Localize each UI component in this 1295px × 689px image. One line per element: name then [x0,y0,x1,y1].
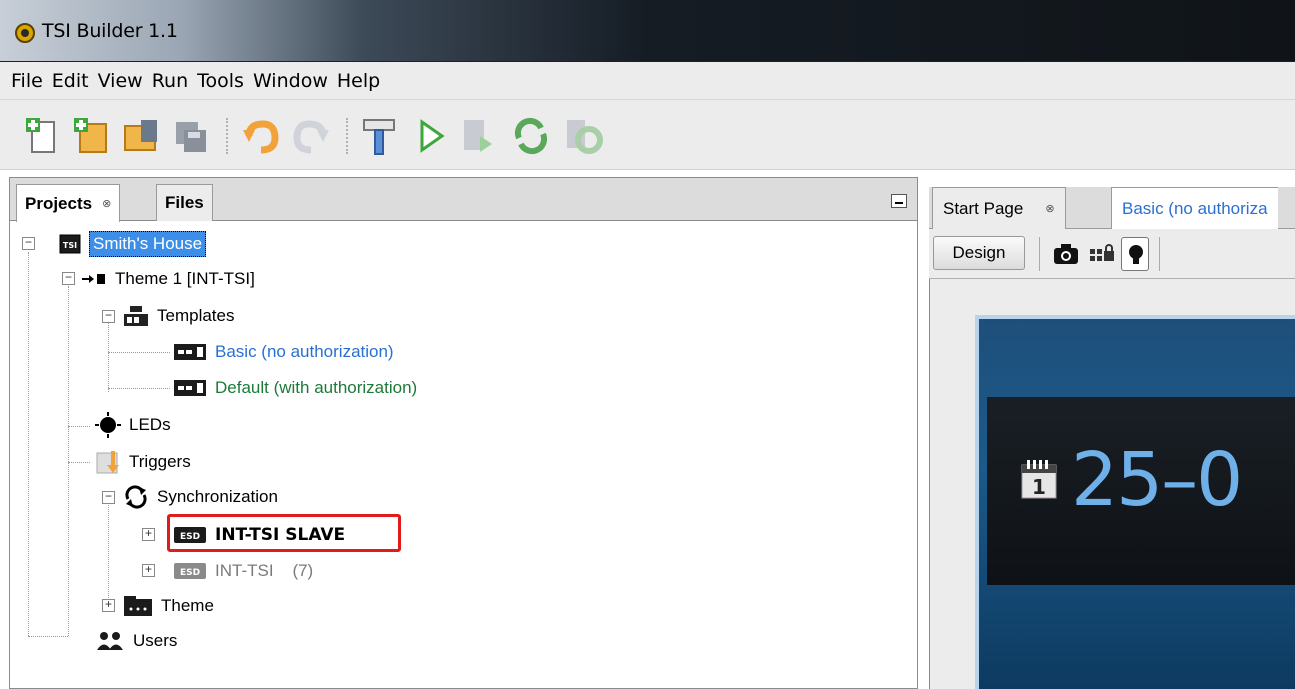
sync-disabled-button[interactable] [562,114,604,158]
build-button[interactable] [358,114,400,158]
theme-arrow-icon [81,272,107,286]
menu-view[interactable]: View [98,70,143,92]
led-icon [95,412,121,438]
sync-button[interactable] [510,114,552,158]
collapse-toggle[interactable]: − [62,271,75,285]
template-icon [173,342,207,362]
menu-window[interactable]: Window [253,70,328,92]
app-gear-icon [15,23,35,43]
left-panel-tabs: Projects ⊗ Files [9,177,918,222]
new-file-icon [26,118,55,153]
tree-item-theme[interactable]: Theme [123,591,214,621]
tree-item-root[interactable]: TSI Smith's House [59,229,207,259]
window-title: TSI Builder 1.1 [42,20,178,42]
open-project-button[interactable] [120,114,162,158]
tab-files[interactable]: Files [156,184,213,221]
menu-run[interactable]: Run [152,70,188,92]
calendar-icon: 1 [1021,460,1057,499]
svg-text:1: 1 [1032,475,1046,499]
light-bulb-icon [1129,245,1143,264]
preview-date: 25–0 [1071,437,1243,523]
tree-label-root: Smith's House [89,231,207,257]
tab-start-page[interactable]: Start Page ⊗ [932,187,1066,229]
undo-icon [243,120,279,154]
tree-item-theme1[interactable]: Theme 1 [INT-TSI] [81,264,255,294]
tab-basic-template[interactable]: Basic (no authoriza [1111,187,1278,229]
expand-toggle[interactable]: + [142,527,155,541]
menu-bar: File Edit View Run Tools Window Help [0,62,1295,100]
editor-toolbar: Design [929,229,1295,279]
new-project-icon [74,118,107,153]
bulb-toggle-button[interactable] [1121,237,1149,271]
design-button[interactable]: Design [933,236,1025,270]
device-icon: ESD [173,561,207,581]
sync-tree-icon [123,484,149,510]
device-icon: ESD [173,525,207,545]
sync-icon [514,117,548,155]
save-all-icon [176,122,206,152]
tree-item-template-basic[interactable]: Basic (no authorization) [173,337,394,367]
sync-disabled-icon [567,120,603,154]
camera-icon[interactable] [1053,243,1079,265]
new-file-button[interactable] [20,114,62,158]
editor-tabs: Start Page ⊗ Basic (no authoriza [929,187,1295,229]
minimize-panel-button[interactable] [891,194,907,208]
new-project-button[interactable] [70,114,112,158]
project-tree: − TSI Smith's House − Theme 1 [INT-TSI] … [9,222,918,689]
grid-lock-icon[interactable] [1089,243,1115,265]
open-project-icon [124,120,157,151]
collapse-toggle[interactable]: − [102,490,115,504]
templates-icon [123,305,149,327]
collapse-toggle[interactable]: − [102,309,115,323]
template-icon [173,378,207,398]
svg-text:TSI: TSI [63,241,77,250]
tree-item-triggers[interactable]: Triggers [95,447,191,477]
menu-file[interactable]: File [11,70,43,92]
expand-toggle[interactable]: + [102,598,115,612]
menu-edit[interactable]: Edit [52,70,89,92]
template-preview: 1 25–0 [975,315,1295,689]
upload-button[interactable] [456,114,498,158]
tree-item-users[interactable]: Users [95,626,177,656]
theme-folder-icon [123,595,153,617]
tree-item-templates[interactable]: Templates [123,301,234,331]
run-button[interactable] [410,114,452,158]
save-all-button[interactable] [170,114,212,158]
close-icon[interactable]: ⊗ [102,197,111,210]
window-title-bar: TSI Builder 1.1 [0,0,1295,62]
menu-help[interactable]: Help [337,70,380,92]
upload-icon [464,120,492,152]
tree-item-int-tsi-slave[interactable]: ESD INT-TSI SLAVE [173,520,345,550]
expand-toggle[interactable]: + [142,563,155,577]
build-hammer-icon [363,119,395,155]
undo-button[interactable] [240,114,282,158]
tsi-project-icon: TSI [59,234,81,254]
run-icon [420,119,445,153]
redo-icon [293,120,329,154]
tree-item-synchronization[interactable]: Synchronization [123,482,278,512]
menu-tools[interactable]: Tools [197,70,244,92]
svg-text:ESD: ESD [180,568,200,578]
trigger-icon [95,449,121,475]
tab-projects[interactable]: Projects ⊗ [16,184,121,222]
svg-text:ESD: ESD [180,532,200,542]
main-toolbar [0,100,1295,170]
tree-item-leds[interactable]: LEDs [95,410,171,440]
tree-item-int-tsi[interactable]: ESD INT-TSI (7) [173,556,313,586]
collapse-toggle[interactable]: − [22,236,35,250]
close-icon[interactable]: ⊗ [1045,202,1054,215]
redo-button[interactable] [290,114,332,158]
users-icon [95,630,125,652]
tree-item-template-default[interactable]: Default (with authorization) [173,373,417,403]
